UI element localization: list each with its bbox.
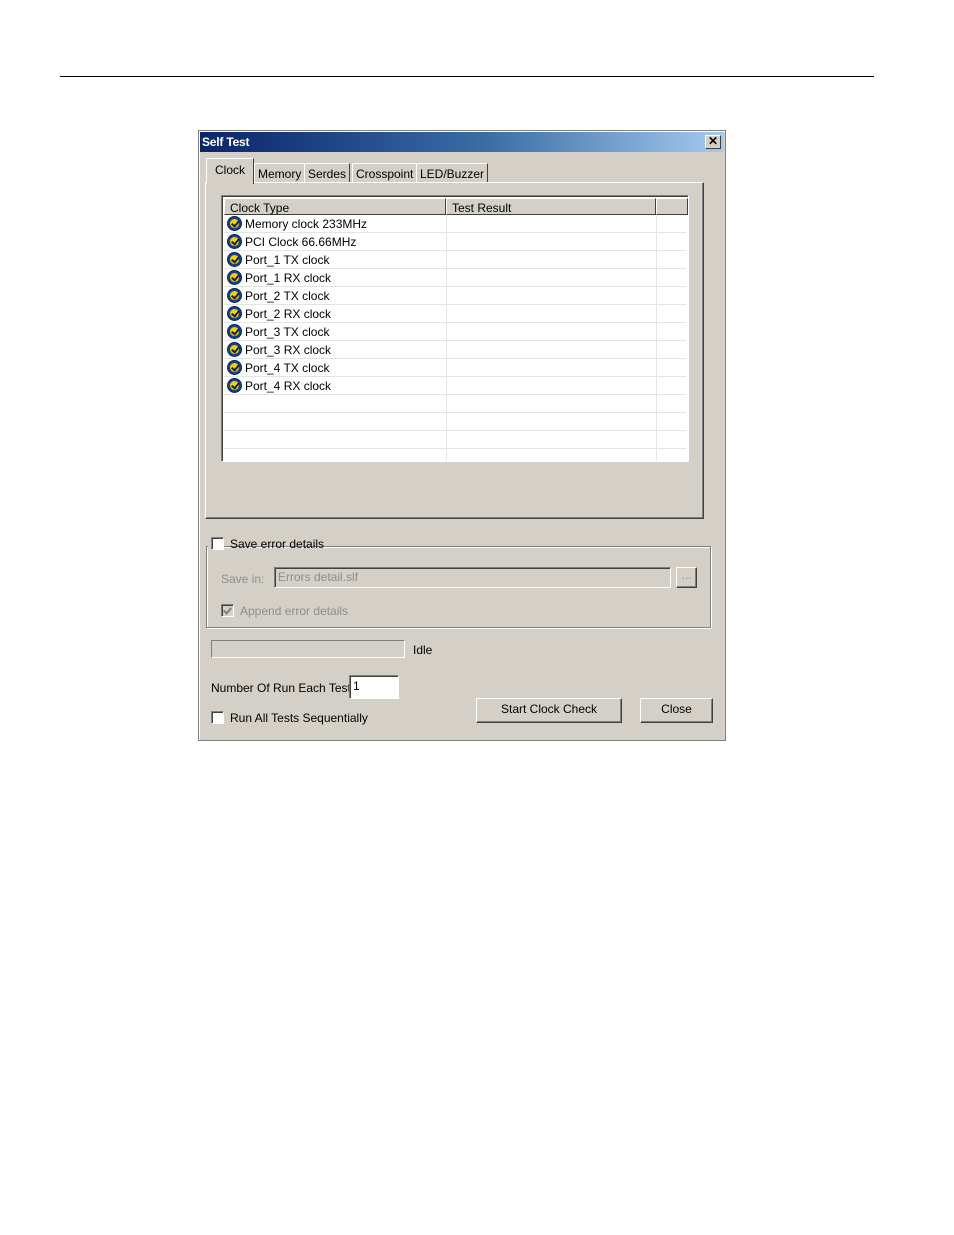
tab-label: Crosspoint — [356, 167, 414, 181]
list-item[interactable]: PCI Clock 66.66MHz — [224, 233, 686, 251]
clock-type-cell: PCI Clock 66.66MHz — [245, 235, 357, 249]
clock-type-cell: Port_3 RX clock — [245, 343, 332, 357]
list-item-empty[interactable] — [224, 431, 686, 449]
list-item[interactable]: Port_1 TX clock — [224, 251, 686, 269]
list-item[interactable]: Port_4 RX clock — [224, 377, 686, 395]
list-item[interactable]: Port_1 RX clock — [224, 269, 686, 287]
close-icon[interactable]: ✕ — [705, 135, 721, 149]
clock-type-cell: Port_2 RX clock — [245, 307, 332, 321]
save-error-details-label: Save error details — [230, 537, 325, 551]
column-header-empty[interactable] — [656, 198, 688, 215]
status-text: Idle — [413, 643, 433, 657]
list-item[interactable]: Port_3 TX clock — [224, 323, 686, 341]
list-item[interactable]: Port_2 TX clock — [224, 287, 686, 305]
list-item-empty[interactable] — [224, 413, 686, 431]
check-badge-icon — [227, 360, 242, 375]
tab-crosspoint[interactable]: Crosspoint — [352, 163, 418, 183]
save-in-field[interactable]: Errors detail.slf — [274, 567, 671, 588]
check-badge-icon — [227, 234, 242, 249]
clock-type-cell: Port_3 TX clock — [245, 325, 330, 339]
check-badge-icon — [227, 270, 242, 285]
tab-clock[interactable]: Clock — [206, 158, 255, 184]
list-item[interactable]: Memory clock 233MHz — [224, 215, 686, 233]
clock-type-cell: Port_4 RX clock — [245, 379, 332, 393]
list-item-empty[interactable] — [224, 449, 686, 461]
run-all-sequentially-checkbox[interactable] — [211, 711, 224, 724]
clock-list[interactable]: Clock Type Test Result Memory clock 233M… — [221, 195, 689, 462]
check-badge-icon — [227, 378, 242, 393]
run-all-sequentially-label: Run All Tests Sequentially — [230, 711, 368, 725]
check-badge-icon — [227, 252, 242, 267]
clock-type-cell: Port_1 TX clock — [245, 253, 330, 267]
save-in-label: Save in: — [221, 572, 265, 586]
close-button[interactable]: Close — [640, 698, 713, 723]
column-header-test-result[interactable]: Test Result — [446, 198, 656, 215]
check-badge-icon — [227, 306, 242, 321]
list-item-empty[interactable] — [224, 395, 686, 413]
list-header: Clock Type Test Result — [224, 198, 688, 215]
tab-label: LED/Buzzer — [420, 167, 485, 181]
tab-led-buzzer[interactable]: LED/Buzzer — [416, 163, 489, 183]
clock-type-cell: Port_2 TX clock — [245, 289, 330, 303]
list-item[interactable]: Port_2 RX clock — [224, 305, 686, 323]
list-item[interactable]: Port_3 RX clock — [224, 341, 686, 359]
page-header-rule — [60, 76, 874, 77]
check-badge-icon — [227, 288, 242, 303]
check-badge-icon — [227, 342, 242, 357]
list-item[interactable]: Port_4 TX clock — [224, 359, 686, 377]
clock-type-cell: Memory clock 233MHz — [245, 217, 368, 231]
append-error-details-checkbox[interactable] — [221, 604, 234, 617]
clock-type-cell: Port_4 TX clock — [245, 361, 330, 375]
tab-serdes[interactable]: Serdes — [304, 163, 351, 183]
tab-memory[interactable]: Memory — [254, 163, 306, 183]
save-error-details-checkbox[interactable] — [211, 537, 224, 550]
browse-button[interactable]: ... — [676, 567, 697, 588]
run-count-input[interactable]: 1 — [349, 675, 399, 699]
title-bar[interactable]: Self Test ✕ — [200, 132, 724, 152]
column-header-clock-type[interactable]: Clock Type — [224, 198, 446, 215]
tab-label: Memory — [258, 167, 302, 181]
start-clock-check-button[interactable]: Start Clock Check — [476, 698, 622, 723]
run-count-label: Number Of Run Each Test: — [211, 681, 355, 695]
clock-type-cell: Port_1 RX clock — [245, 271, 332, 285]
tab-label: Clock — [215, 163, 246, 177]
check-badge-icon — [227, 324, 242, 339]
progress-bar — [211, 640, 405, 658]
append-error-details-label: Append error details — [240, 604, 349, 618]
check-badge-icon — [227, 216, 242, 231]
tab-label: Serdes — [308, 167, 347, 181]
window-title: Self Test — [202, 135, 250, 149]
